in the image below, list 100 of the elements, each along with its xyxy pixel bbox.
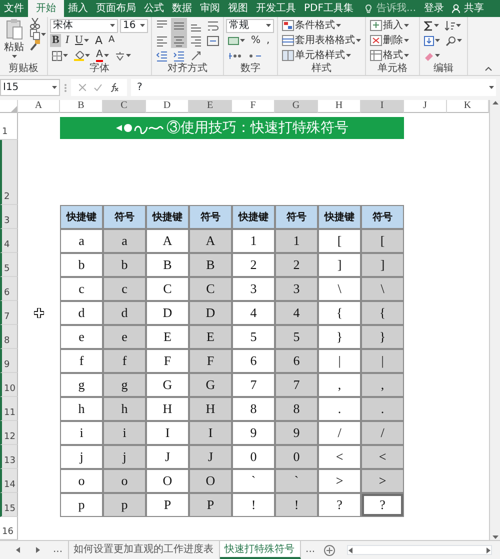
- table-cell[interactable]: H: [146, 397, 189, 421]
- table-cell[interactable]: e: [103, 325, 146, 349]
- table-cell[interactable]: b: [60, 253, 103, 277]
- share-button[interactable]: 共享: [448, 0, 488, 17]
- table-cell[interactable]: .: [361, 397, 404, 421]
- table-cell[interactable]: I: [189, 421, 232, 445]
- table-cell[interactable]: C: [146, 277, 189, 301]
- table-cell[interactable]: 2: [275, 253, 318, 277]
- column-header[interactable]: B: [60, 100, 103, 113]
- table-cell[interactable]: J: [189, 445, 232, 469]
- table-cell[interactable]: 0: [232, 445, 275, 469]
- table-cell[interactable]: 1: [232, 229, 275, 253]
- row-header[interactable]: 5: [0, 253, 18, 277]
- table-cell[interactable]: 1: [275, 229, 318, 253]
- paste-button[interactable]: 粘贴: [2, 18, 26, 63]
- row-header[interactable]: 16: [0, 517, 18, 540]
- table-cell[interactable]: 0: [275, 445, 318, 469]
- ribbon-tab[interactable]: 文件: [0, 0, 28, 17]
- column-header[interactable]: F: [232, 100, 275, 113]
- table-cell[interactable]: p: [60, 493, 103, 517]
- table-cell[interactable]: B: [189, 253, 232, 277]
- table-cell[interactable]: c: [103, 277, 146, 301]
- table-cell[interactable]: B: [146, 253, 189, 277]
- column-header[interactable]: I: [361, 100, 404, 113]
- table-cell[interactable]: 3: [275, 277, 318, 301]
- table-cell[interactable]: }: [318, 325, 361, 349]
- table-cell[interactable]: o: [60, 469, 103, 493]
- table-cell[interactable]: \: [318, 277, 361, 301]
- table-cell[interactable]: \: [361, 277, 404, 301]
- table-cell[interactable]: f: [60, 349, 103, 373]
- table-cell[interactable]: j: [60, 445, 103, 469]
- border-button[interactable]: [50, 50, 70, 60]
- table-cell[interactable]: f: [103, 349, 146, 373]
- format-as-table-button[interactable]: 套用表格格式: [280, 33, 363, 48]
- ribbon-tab[interactable]: 开发工具: [252, 0, 300, 17]
- conditional-formatting-button[interactable]: 条件格式: [280, 18, 363, 33]
- table-cell[interactable]: d: [60, 301, 103, 325]
- table-cell[interactable]: c: [60, 277, 103, 301]
- table-cell[interactable]: 4: [275, 301, 318, 325]
- percent-button[interactable]: %: [249, 34, 263, 47]
- previous-sheet-icon[interactable]: [16, 547, 20, 553]
- table-cell[interactable]: h: [103, 397, 146, 421]
- ribbon-tab[interactable]: PDF工具集: [300, 0, 358, 17]
- table-cell[interactable]: 2: [232, 253, 275, 277]
- vertical-scrollbar[interactable]: [489, 100, 500, 540]
- table-cell[interactable]: D: [189, 301, 232, 325]
- table-cell[interactable]: 6: [275, 349, 318, 373]
- column-header[interactable]: D: [146, 100, 189, 113]
- add-sheet-icon[interactable]: [324, 544, 336, 556]
- ribbon-tab[interactable]: 页面布局: [92, 0, 140, 17]
- table-cell[interactable]: 9: [232, 421, 275, 445]
- table-cell[interactable]: }: [361, 325, 404, 349]
- row-header[interactable]: 4: [0, 229, 18, 253]
- table-cell[interactable]: ,: [318, 373, 361, 397]
- table-cell[interactable]: H: [189, 397, 232, 421]
- table-cell[interactable]: d: [103, 301, 146, 325]
- table-cell[interactable]: /: [361, 421, 404, 445]
- sheet-tab[interactable]: 快速打特殊符号: [220, 541, 301, 559]
- name-box[interactable]: I15: [0, 79, 60, 96]
- ribbon-tab[interactable]: 公式: [140, 0, 168, 17]
- table-cell[interactable]: P: [146, 493, 189, 517]
- align-center-button[interactable]: [171, 33, 187, 48]
- column-header[interactable]: G: [275, 100, 318, 113]
- underline-button[interactable]: U: [73, 34, 91, 47]
- bold-button[interactable]: B: [50, 34, 62, 47]
- column-header[interactable]: C: [103, 100, 146, 113]
- table-cell[interactable]: E: [189, 325, 232, 349]
- scroll-left-icon[interactable]: [348, 546, 354, 554]
- table-cell[interactable]: A: [146, 229, 189, 253]
- ribbon-tab[interactable]: 审阅: [196, 0, 224, 17]
- table-cell[interactable]: C: [189, 277, 232, 301]
- table-cell[interactable]: a: [60, 229, 103, 253]
- table-cell[interactable]: E: [146, 325, 189, 349]
- column-header[interactable]: H: [318, 100, 361, 113]
- comma-button[interactable]: ,: [264, 34, 272, 47]
- row-header[interactable]: 6: [0, 277, 18, 301]
- table-cell[interactable]: >: [361, 469, 404, 493]
- format-button[interactable]: 格式: [368, 48, 411, 63]
- table-cell[interactable]: o: [103, 469, 146, 493]
- table-cell[interactable]: .: [318, 397, 361, 421]
- table-cell[interactable]: ,: [361, 373, 404, 397]
- table-cell[interactable]: 4: [232, 301, 275, 325]
- merge-cells-button[interactable]: [205, 33, 221, 48]
- table-cell[interactable]: ?: [318, 493, 361, 517]
- table-cell[interactable]: h: [60, 397, 103, 421]
- table-cell[interactable]: 6: [232, 349, 275, 373]
- copy-button[interactable]: [28, 29, 48, 40]
- table-cell[interactable]: ?: [361, 493, 404, 517]
- table-cell[interactable]: P: [189, 493, 232, 517]
- row-header[interactable]: 7: [0, 301, 18, 325]
- font-color-button[interactable]: A: [94, 50, 111, 62]
- table-cell[interactable]: {: [361, 301, 404, 325]
- table-cell[interactable]: J: [146, 445, 189, 469]
- sort-button[interactable]: [443, 20, 463, 30]
- table-cell[interactable]: I: [146, 421, 189, 445]
- row-header[interactable]: 3: [0, 205, 18, 229]
- more-sheets-button[interactable]: ...: [300, 541, 320, 559]
- table-cell[interactable]: i: [60, 421, 103, 445]
- number-format-field[interactable]: 常规: [226, 18, 274, 32]
- italic-button[interactable]: I: [63, 34, 72, 47]
